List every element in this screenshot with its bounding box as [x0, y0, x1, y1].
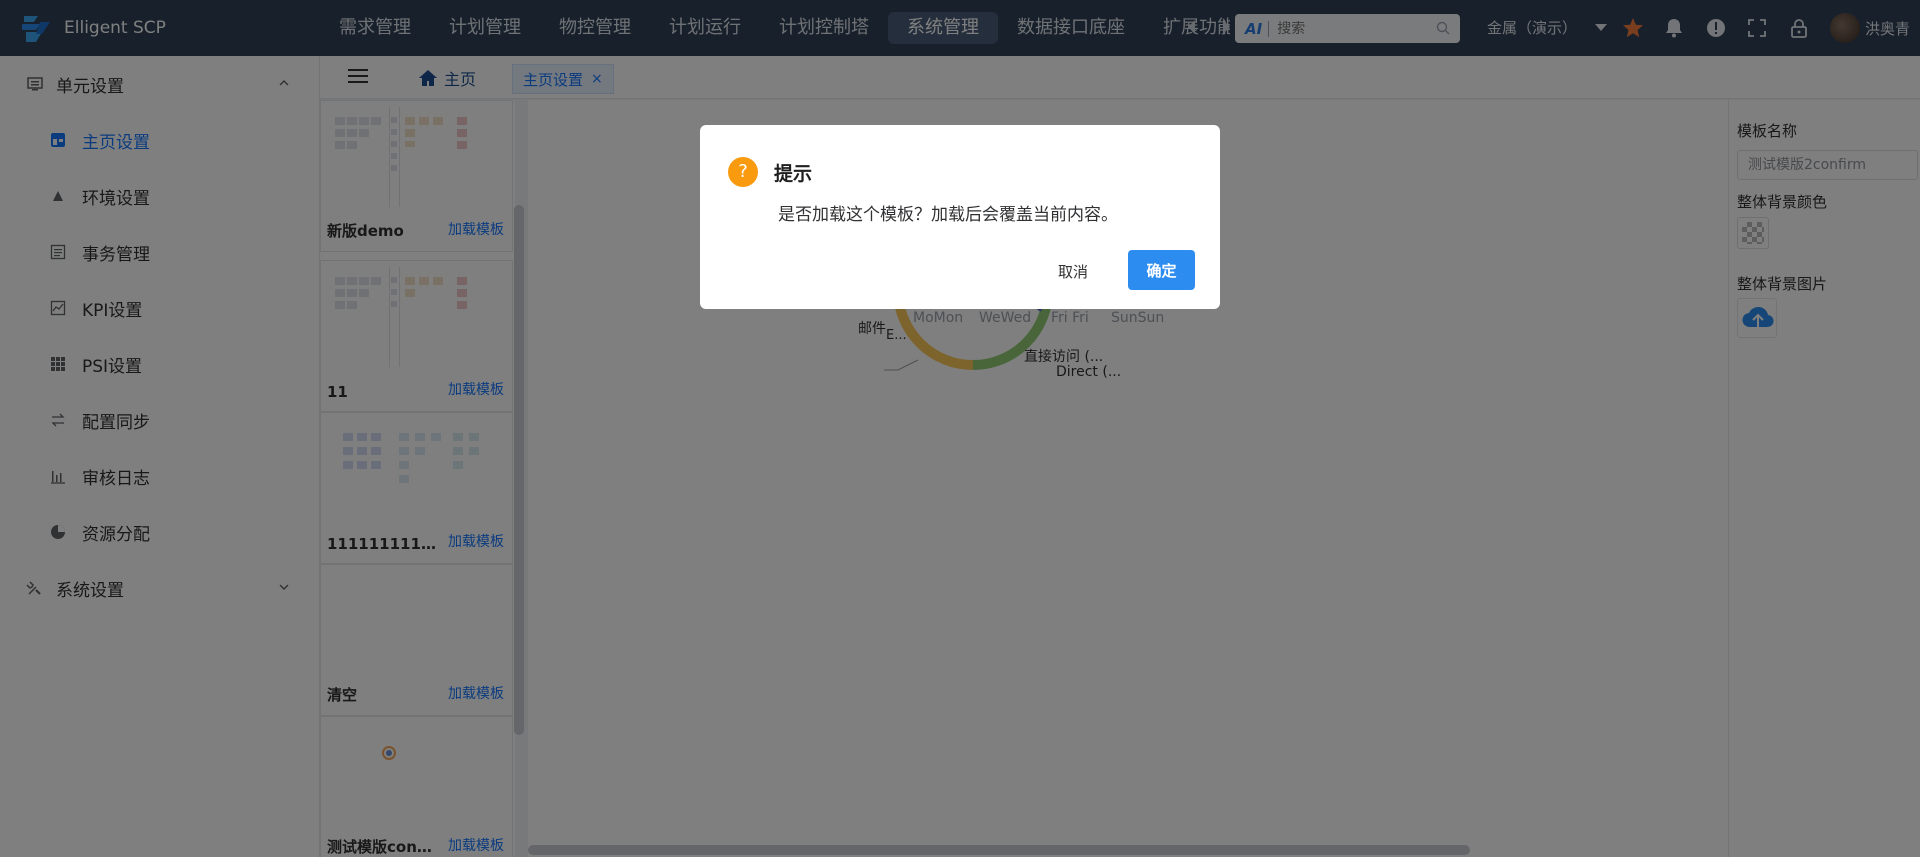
dialog-title: 提示 [774, 163, 813, 185]
confirm-dialog: ? 提示 是否加载这个模板？加载后会覆盖当前内容。 取消 确定 [700, 125, 1220, 309]
cancel-button[interactable]: 取消 [1038, 251, 1108, 291]
dialog-message: 是否加载这个模板？加载后会覆盖当前内容。 [778, 205, 1118, 225]
question-icon: ? [728, 157, 758, 187]
confirm-button[interactable]: 确定 [1128, 250, 1195, 290]
